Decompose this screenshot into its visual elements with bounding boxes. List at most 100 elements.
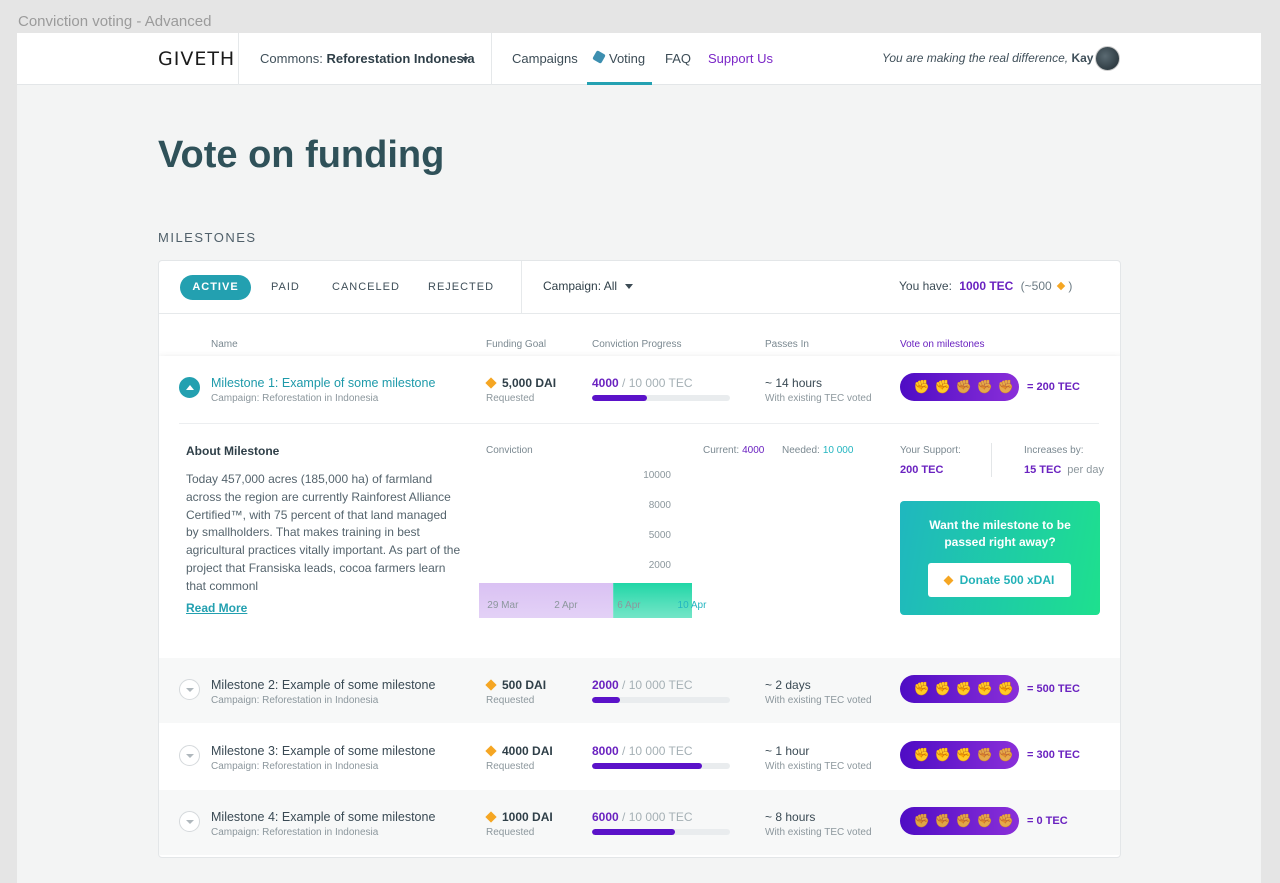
flexed-arm-icon[interactable]: ✊ <box>975 379 995 395</box>
campaign-filter-value: All <box>603 279 618 293</box>
balance-label: You have: <box>899 279 952 293</box>
table-row: Milestone 3: Example of some milestone C… <box>159 724 1120 789</box>
flexed-arm-icon[interactable]: ✊ <box>996 813 1016 829</box>
chevron-down-icon[interactable] <box>625 284 633 289</box>
user-name: Kay <box>1071 51 1094 65</box>
y-tick-label: 5000 <box>649 530 672 541</box>
column-passes-in: Passes In <box>765 339 809 350</box>
flexed-arm-icon[interactable]: ✊ <box>912 379 932 395</box>
chevron-down-icon[interactable] <box>461 57 469 62</box>
campaign-filter-label: Campaign: <box>543 279 602 293</box>
x-tick-label: 2 Apr <box>554 600 578 611</box>
nav-support-us[interactable]: Support Us <box>708 51 773 66</box>
flexed-arm-icon[interactable]: ✊ <box>933 747 953 763</box>
expand-toggle[interactable] <box>179 745 200 766</box>
tab-active[interactable]: ACTIVE <box>180 275 251 300</box>
flexed-arm-icon[interactable]: ✊ <box>975 681 995 697</box>
flexed-arm-icon[interactable]: ✊ <box>912 747 932 763</box>
nav-faq[interactable]: FAQ <box>665 51 691 66</box>
funding-goal: 1000 DAI <box>502 810 553 824</box>
flexed-arm-icon[interactable]: ✊ <box>975 813 995 829</box>
vote-tec: = 200 TEC <box>1027 381 1080 393</box>
nav-campaigns[interactable]: Campaigns <box>512 51 578 66</box>
flexed-arm-icon[interactable]: ✊ <box>975 747 995 763</box>
flexed-arm-icon[interactable]: ✊ <box>996 681 1016 697</box>
milestone-campaign: Campaign: Reforestation in Indonesia <box>211 761 379 772</box>
flexed-arm-icon[interactable]: ✊ <box>954 813 974 829</box>
passes-in: ~ 1 hour <box>765 744 810 758</box>
vote-tec: = 0 TEC <box>1027 815 1068 827</box>
section-label: MILESTONES <box>158 230 257 245</box>
progress-total: / 10 000 TEC <box>622 810 693 824</box>
milestone-name[interactable]: Milestone 3: Example of some milestone <box>211 744 435 758</box>
flexed-arm-icon[interactable]: ✊ <box>933 681 953 697</box>
flexed-arm-icon[interactable]: ✊ <box>912 681 932 697</box>
top-nav: GIVETH Commons: Reforestation Indonesia … <box>17 33 1261 85</box>
tab-rejected[interactable]: REJECTED <box>428 281 494 293</box>
expand-toggle[interactable] <box>179 811 200 832</box>
progress-fill <box>592 829 675 835</box>
tab-paid[interactable]: PAID <box>271 281 300 293</box>
dai-icon <box>485 745 497 757</box>
progress-value: 2000 <box>592 678 619 692</box>
read-more-link[interactable]: Read More <box>186 601 247 615</box>
expand-toggle[interactable] <box>179 679 200 700</box>
tab-canceled[interactable]: CANCELED <box>332 281 400 293</box>
milestone-name[interactable]: Milestone 2: Example of some milestone <box>211 678 435 692</box>
donate-button[interactable]: Donate 500 xDAI <box>928 563 1071 597</box>
progress-bar <box>592 829 730 835</box>
collapse-toggle[interactable] <box>179 377 200 398</box>
avatar[interactable] <box>1095 46 1120 71</box>
milestones-card: ACTIVE PAID CANCELED REJECTED Campaign: … <box>158 260 1121 858</box>
vote-strength-selector[interactable]: ✊ ✊ ✊ ✊ ✊ <box>900 675 1019 703</box>
balance-tec: 1000 TEC <box>959 279 1014 293</box>
dai-icon <box>485 377 497 389</box>
balance: You have: 1000 TEC (~500 ) <box>899 279 1072 293</box>
commons-selector[interactable]: Commons: Reforestation Indonesia <box>260 51 475 66</box>
flexed-arm-icon[interactable]: ✊ <box>954 681 974 697</box>
flexed-arm-icon[interactable]: ✊ <box>954 747 974 763</box>
conviction-progress: 8000 / 10 000 TEC <box>592 744 693 758</box>
chart-current-value: 4000 <box>742 445 765 456</box>
table-row: Milestone 4: Example of some milestone C… <box>159 790 1120 855</box>
chart-needed: Needed: 10 000 <box>782 445 853 456</box>
increases-value: 15 TEC per day <box>1024 464 1104 476</box>
vote-strength-selector[interactable]: ✊ ✊ ✊ ✊ ✊ <box>900 373 1019 401</box>
passes-in-sub: With existing TEC voted <box>765 827 872 838</box>
x-tick-label: 10 Apr <box>678 600 708 611</box>
flexed-arm-icon[interactable]: ✊ <box>996 747 1016 763</box>
promo-text: Want the milestone to be passed right aw… <box>929 518 1071 549</box>
vote-strength-selector[interactable]: ✊ ✊ ✊ ✊ ✊ <box>900 807 1019 835</box>
flexed-arm-icon[interactable]: ✊ <box>954 379 974 395</box>
your-support-value: 200 TEC <box>900 464 944 476</box>
chart-current: Current: 4000 <box>703 445 764 456</box>
flexed-arm-icon[interactable]: ✊ <box>933 813 953 829</box>
passes-in-sub: With existing TEC voted <box>765 695 872 706</box>
commons-prefix: Commons: <box>260 51 323 66</box>
support-divider <box>991 443 992 477</box>
table-row: Milestone 2: Example of some milestone C… <box>159 658 1120 723</box>
passes-in: ~ 8 hours <box>765 810 816 824</box>
giveth-logo[interactable]: GIVETH <box>158 48 235 70</box>
flexed-arm-icon[interactable]: ✊ <box>912 813 932 829</box>
app-frame: GIVETH Commons: Reforestation Indonesia … <box>17 33 1261 883</box>
flexed-arm-icon[interactable]: ✊ <box>996 379 1016 395</box>
campaign-filter[interactable]: Campaign: All <box>543 279 617 293</box>
y-tick-label: 2000 <box>649 560 672 571</box>
cube-icon <box>592 50 606 64</box>
vote-strength-selector[interactable]: ✊ ✊ ✊ ✊ ✊ <box>900 741 1019 769</box>
your-support-label: Your Support: <box>900 445 961 456</box>
nav-voting[interactable]: Voting <box>609 51 645 66</box>
table-row: Milestone 1: Example of some milestone C… <box>159 356 1120 659</box>
progress-total: / 10 000 TEC <box>622 678 693 692</box>
funding-goal: 5,000 DAI <box>502 376 557 390</box>
flexed-arm-icon[interactable]: ✊ <box>933 379 953 395</box>
milestone-name[interactable]: Milestone 1: Example of some milestone <box>211 376 435 390</box>
column-funding-goal: Funding Goal <box>486 339 547 350</box>
passes-in-sub: With existing TEC voted <box>765 761 872 772</box>
dai-icon <box>485 811 497 823</box>
conviction-progress: 6000 / 10 000 TEC <box>592 810 693 824</box>
nav-divider <box>238 33 239 85</box>
milestone-name[interactable]: Milestone 4: Example of some milestone <box>211 810 435 824</box>
progress-fill <box>592 395 648 401</box>
